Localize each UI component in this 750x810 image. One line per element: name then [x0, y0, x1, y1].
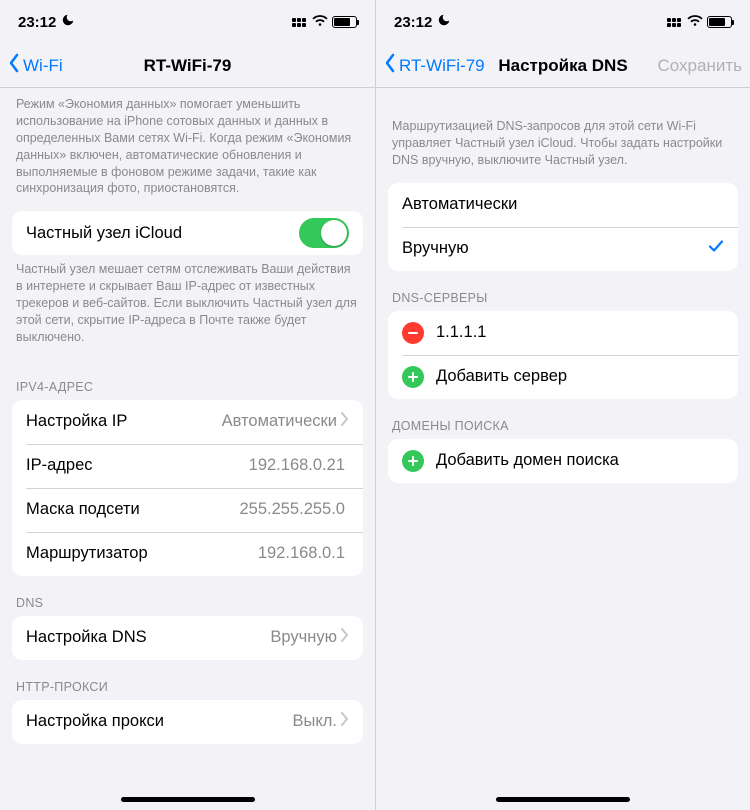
home-indicator[interactable]: [121, 797, 255, 802]
proxy-group: Настройка прокси Выкл.: [12, 700, 363, 744]
dns-header: DNS: [0, 576, 375, 616]
do-not-disturb-icon: [437, 13, 451, 31]
dns-server-row[interactable]: 1.1.1.1: [388, 311, 738, 355]
settings-content[interactable]: Маршрутизацией DNS-запросов для этой сет…: [376, 88, 750, 810]
proxy-header: HTTP-ПРОКСИ: [0, 660, 375, 700]
cellular-grid-icon: [667, 18, 681, 27]
dns-intro-text: Маршрутизацией DNS-запросов для этой сет…: [376, 88, 750, 183]
status-bar: 23:12: [0, 0, 375, 44]
dns-servers-header: DNS-СЕРВЕРЫ: [376, 271, 750, 311]
dns-server-value[interactable]: 1.1.1.1: [436, 323, 724, 342]
back-label: Wi-Fi: [23, 56, 63, 76]
ip-address-label: IP-адрес: [26, 456, 249, 475]
status-bar: 23:12: [376, 0, 750, 44]
private-relay-cell[interactable]: Частный узел iCloud: [12, 211, 363, 255]
save-button[interactable]: Сохранить: [658, 56, 742, 76]
remove-server-button[interactable]: [402, 322, 424, 344]
chevron-left-icon: [384, 53, 396, 78]
dns-mode-manual[interactable]: Вручную: [388, 227, 738, 271]
cellular-grid-icon: [292, 18, 306, 27]
chevron-right-icon: [341, 412, 349, 431]
nav-bar: RT-WiFi-79 Настройка DNS Сохранить: [376, 44, 750, 88]
private-relay-group: Частный узел iCloud: [12, 211, 363, 255]
wifi-icon: [312, 14, 328, 31]
configure-dns-value: Вручную: [270, 628, 337, 647]
router-label: Маршрутизатор: [26, 544, 258, 563]
chevron-left-icon: [8, 53, 20, 78]
settings-content[interactable]: Режим «Экономия данных» помогает уменьши…: [0, 88, 375, 810]
private-relay-label: Частный узел iCloud: [26, 224, 299, 243]
router-cell: Маршрутизатор 192.168.0.1: [12, 532, 363, 576]
configure-dns-cell[interactable]: Настройка DNS Вручную: [12, 616, 363, 660]
configure-proxy-cell[interactable]: Настройка прокси Выкл.: [12, 700, 363, 744]
back-button[interactable]: RT-WiFi-79: [384, 53, 485, 78]
add-server-row[interactable]: Добавить сервер: [388, 355, 738, 399]
add-domain-button[interactable]: [402, 450, 424, 472]
subnet-mask-label: Маска подсети: [26, 500, 239, 519]
configure-ip-cell[interactable]: Настройка IP Автоматически: [12, 400, 363, 444]
configure-dns-label: Настройка DNS: [26, 628, 270, 647]
dns-mode-manual-label: Вручную: [402, 239, 708, 258]
configure-proxy-value: Выкл.: [293, 712, 337, 731]
dns-settings-screen: 23:12 RT-WiFi-79 Настройка DNS Сохранить…: [375, 0, 750, 810]
dns-servers-group: 1.1.1.1 Добавить сервер: [388, 311, 738, 399]
dns-mode-auto-label: Автоматически: [402, 195, 724, 214]
add-server-button[interactable]: [402, 366, 424, 388]
router-value: 192.168.0.1: [258, 544, 345, 563]
wifi-detail-screen: 23:12 Wi-Fi RT-WiFi-79 Режим «Экономия д…: [0, 0, 375, 810]
dns-mode-auto[interactable]: Автоматически: [388, 183, 738, 227]
ip-address-cell: IP-адрес 192.168.0.21: [12, 444, 363, 488]
configure-proxy-label: Настройка прокси: [26, 712, 293, 731]
nav-bar: Wi-Fi RT-WiFi-79: [0, 44, 375, 88]
back-label: RT-WiFi-79: [399, 56, 485, 76]
do-not-disturb-icon: [61, 13, 75, 31]
battery-icon: [707, 16, 732, 28]
wifi-icon: [687, 14, 703, 31]
ipv4-group: Настройка IP Автоматически IP-адрес 192.…: [12, 400, 363, 576]
add-domain-label: Добавить домен поиска: [436, 451, 724, 470]
search-domains-group: Добавить домен поиска: [388, 439, 738, 483]
private-relay-toggle[interactable]: [299, 218, 349, 248]
private-relay-footer: Частный узел мешает сетям отслеживать Ва…: [0, 255, 375, 359]
add-domain-row[interactable]: Добавить домен поиска: [388, 439, 738, 483]
status-time: 23:12: [394, 14, 432, 31]
dns-mode-group: Автоматически Вручную: [388, 183, 738, 271]
configure-ip-label: Настройка IP: [26, 412, 222, 431]
battery-icon: [332, 16, 357, 28]
checkmark-icon: [708, 238, 724, 259]
ip-address-value: 192.168.0.21: [249, 456, 345, 475]
back-button[interactable]: Wi-Fi: [8, 53, 63, 78]
chevron-right-icon: [341, 628, 349, 647]
subnet-mask-cell: Маска подсети 255.255.255.0: [12, 488, 363, 532]
ipv4-header: IPV4-АДРЕС: [0, 360, 375, 400]
add-server-label: Добавить сервер: [436, 367, 724, 386]
chevron-right-icon: [341, 712, 349, 731]
dns-group: Настройка DNS Вручную: [12, 616, 363, 660]
status-time: 23:12: [18, 14, 56, 31]
search-domains-header: ДОМЕНЫ ПОИСКА: [376, 399, 750, 439]
configure-ip-value: Автоматически: [222, 412, 337, 431]
home-indicator[interactable]: [496, 797, 630, 802]
subnet-mask-value: 255.255.255.0: [239, 500, 345, 519]
data-saver-footer: Режим «Экономия данных» помогает уменьши…: [0, 88, 375, 211]
